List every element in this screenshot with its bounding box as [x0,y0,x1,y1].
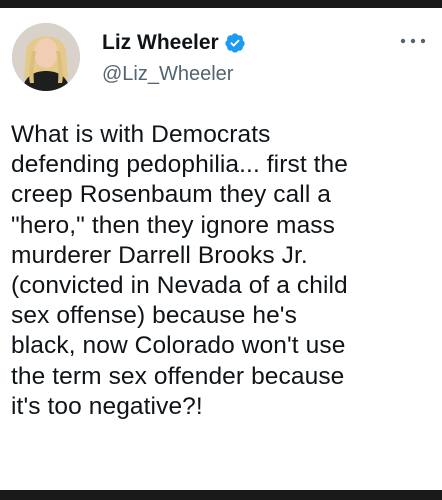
author-name-row: Liz Wheeler [102,30,246,56]
tweet-text: What is with Democrats defending pedophi… [11,121,349,420]
verified-badge-icon [225,33,245,53]
more-options-icon[interactable] [398,34,428,48]
avatar-image [12,23,80,91]
author-display-name[interactable]: Liz Wheeler [102,30,219,56]
tweet-card: Liz Wheeler @Liz_Wheeler What is with De… [0,8,442,490]
avatar[interactable] [12,23,80,91]
author-handle[interactable]: @Liz_Wheeler [102,62,233,86]
